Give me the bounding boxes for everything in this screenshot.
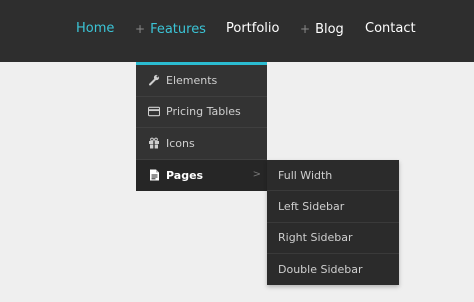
plus-icon: + (135, 22, 146, 36)
nav-item-label: Blog (315, 22, 344, 37)
nav-item-label: Contact (365, 21, 416, 36)
nav-item-label: Home (76, 21, 115, 36)
chevron-right-icon: > (252, 168, 261, 180)
nav-item-features[interactable]: + Features (135, 20, 206, 40)
wrench-icon (148, 74, 160, 86)
nav-item-label: Features (150, 22, 206, 37)
credit-card-icon (148, 106, 160, 118)
dropdown-item-label: Pages (166, 168, 204, 182)
dropdown-item-label: Elements (166, 73, 218, 87)
submenu-item-label: Full Width (278, 168, 333, 182)
gift-icon (148, 137, 160, 149)
dropdown-item-pages[interactable]: Pages > (136, 159, 267, 191)
submenu-item-left-sidebar[interactable]: Left Sidebar (267, 191, 399, 223)
nav-item-home[interactable]: Home (76, 20, 114, 40)
plus-icon: + (300, 22, 311, 36)
top-navigation-bar: Home + Features Portfolio + Blog Contact (0, 0, 474, 62)
document-icon (148, 169, 160, 181)
nav-item-portfolio[interactable]: Portfolio (226, 20, 279, 40)
submenu-item-full-width[interactable]: Full Width (267, 160, 399, 192)
dropdown-item-label: Pricing Tables (166, 105, 241, 119)
submenu-item-right-sidebar[interactable]: Right Sidebar (267, 223, 399, 254)
submenu-item-double-sidebar[interactable]: Double Sidebar (267, 254, 399, 285)
dropdown-item-pricing-tables[interactable]: Pricing Tables (136, 97, 267, 128)
features-dropdown-menu: Elements Pricing Tables Icons Pages > (136, 62, 267, 191)
dropdown-item-elements[interactable]: Elements (136, 65, 267, 97)
nav-item-label: Portfolio (226, 21, 280, 36)
nav-item-contact[interactable]: Contact (365, 20, 416, 40)
dropdown-item-label: Icons (166, 136, 195, 150)
pages-submenu: Full Width Left Sidebar Right Sidebar Do… (267, 160, 399, 286)
submenu-item-label: Right Sidebar (278, 231, 353, 245)
submenu-item-label: Left Sidebar (278, 199, 345, 213)
dropdown-item-icons[interactable]: Icons (136, 128, 267, 160)
nav-item-blog[interactable]: + Blog (300, 20, 344, 40)
submenu-item-label: Double Sidebar (278, 263, 363, 277)
